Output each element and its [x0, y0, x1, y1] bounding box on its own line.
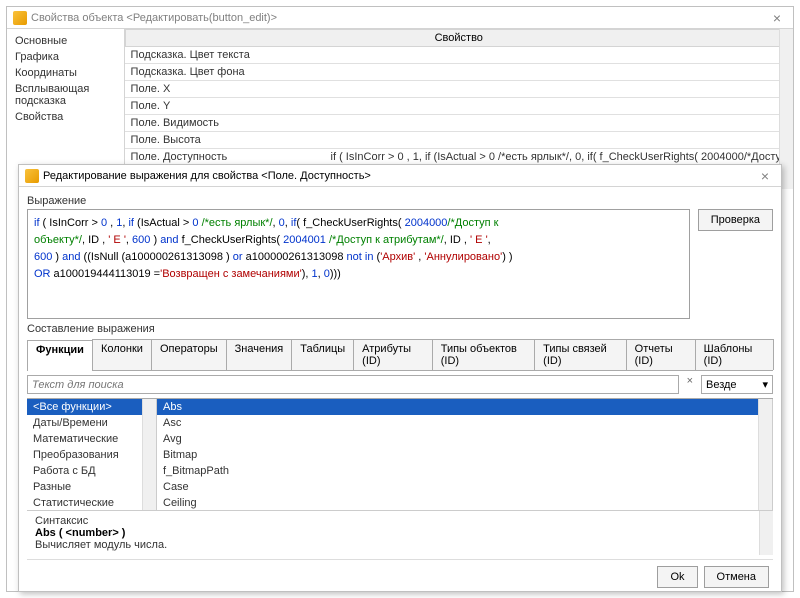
- list-item[interactable]: Математические: [27, 431, 156, 447]
- prop-header: Свойство: [125, 29, 793, 47]
- syntax-panel: Синтаксис Abs ( <number> ) Вычисляет мод…: [27, 510, 773, 555]
- tab-tables[interactable]: Таблицы: [291, 339, 354, 370]
- tree-node[interactable]: Координаты: [11, 65, 120, 81]
- list-item[interactable]: Asc: [157, 415, 772, 431]
- prop-row[interactable]: Поле. Высота: [125, 132, 793, 149]
- tab-values[interactable]: Значения: [226, 339, 293, 370]
- tree-node[interactable]: Графика: [11, 49, 120, 65]
- tab-link-types[interactable]: Типы связей (ID): [534, 339, 626, 370]
- list-item[interactable]: <Все функции>: [27, 399, 156, 415]
- list-item[interactable]: Bitmap: [157, 447, 772, 463]
- list-item[interactable]: Преобразования: [27, 447, 156, 463]
- expression-editor-dialog: Редактирование выражения для свойства <П…: [18, 164, 782, 592]
- fg-title: Редактирование выражения для свойства <П…: [43, 170, 755, 182]
- tree-node[interactable]: Свойства: [11, 109, 120, 125]
- app-icon: [25, 169, 39, 183]
- list-item[interactable]: Разные: [27, 479, 156, 495]
- prop-row[interactable]: Поле. Видимость: [125, 115, 793, 132]
- expression-row: if ( IsInCorr > 0 , 1, if (IsActual > 0 …: [27, 209, 773, 319]
- syntax-signature: Abs ( <number> ): [35, 527, 765, 539]
- tab-reports[interactable]: Отчеты (ID): [626, 339, 696, 370]
- tab-columns[interactable]: Колонки: [92, 339, 152, 370]
- list-item[interactable]: f_BitmapPath: [157, 463, 772, 479]
- prop-row[interactable]: Поле. X: [125, 81, 793, 98]
- clear-search-icon[interactable]: ×: [683, 375, 697, 394]
- close-icon[interactable]: ×: [755, 168, 775, 184]
- prop-row[interactable]: Подсказка. Цвет текста: [125, 47, 793, 64]
- fg-body: Выражение if ( IsInCorr > 0 , 1, if (IsA…: [19, 187, 781, 591]
- list-item[interactable]: Статистические: [27, 495, 156, 510]
- bg-title: Свойства объекта <Редактировать(button_e…: [31, 12, 767, 24]
- list-item[interactable]: Case: [157, 479, 772, 495]
- syntax-label: Синтаксис: [35, 515, 765, 527]
- scrollbar[interactable]: [142, 399, 156, 510]
- fg-titlebar: Редактирование выражения для свойства <П…: [19, 165, 781, 187]
- prop-rows: Подсказка. Цвет текста Подсказка. Цвет ф…: [125, 47, 793, 183]
- tab-functions[interactable]: Функции: [27, 340, 93, 371]
- function-lists: <Все функции> Даты/Времени Математически…: [27, 398, 773, 510]
- expression-textarea[interactable]: if ( IsInCorr > 0 , 1, if (IsActual > 0 …: [27, 209, 690, 319]
- tab-object-types[interactable]: Типы объектов (ID): [432, 339, 535, 370]
- list-item[interactable]: Abs: [157, 399, 772, 415]
- function-list[interactable]: Abs Asc Avg Bitmap f_BitmapPath Case Cei…: [157, 399, 773, 510]
- category-list[interactable]: <Все функции> Даты/Времени Математически…: [27, 399, 157, 510]
- cancel-button[interactable]: Отмена: [704, 566, 769, 588]
- list-item[interactable]: Даты/Времени: [27, 415, 156, 431]
- chevron-down-icon: ▾: [762, 378, 768, 391]
- search-input[interactable]: [27, 375, 679, 394]
- tab-operators[interactable]: Операторы: [151, 339, 227, 370]
- search-scope-combo[interactable]: Везде▾: [701, 375, 773, 394]
- list-item[interactable]: Ceiling: [157, 495, 772, 510]
- scrollbar[interactable]: [759, 511, 773, 555]
- bg-titlebar: Свойства объекта <Редактировать(button_e…: [7, 7, 793, 29]
- syntax-description: Вычисляет модуль числа.: [35, 539, 765, 551]
- dialog-buttons: Ok Отмена: [27, 559, 773, 588]
- compose-label: Составление выражения: [27, 323, 773, 335]
- tab-attributes[interactable]: Атрибуты (ID): [353, 339, 433, 370]
- list-item[interactable]: Работа с БД: [27, 463, 156, 479]
- list-item[interactable]: Avg: [157, 431, 772, 447]
- scrollbar[interactable]: [758, 399, 772, 510]
- app-icon: [13, 11, 27, 25]
- tree-node[interactable]: Всплывающая подсказка: [11, 81, 120, 109]
- search-row: × Везде▾: [27, 375, 773, 394]
- expression-label: Выражение: [27, 195, 773, 207]
- tab-templates[interactable]: Шаблоны (ID): [695, 339, 774, 370]
- check-button[interactable]: Проверка: [698, 209, 773, 231]
- tabs: Функции Колонки Операторы Значения Табли…: [27, 339, 773, 371]
- prop-row[interactable]: Поле. Y: [125, 98, 793, 115]
- close-icon[interactable]: ×: [767, 10, 787, 26]
- tree-node[interactable]: Основные: [11, 33, 120, 49]
- ok-button[interactable]: Ok: [657, 566, 697, 588]
- prop-row[interactable]: Подсказка. Цвет фона: [125, 64, 793, 81]
